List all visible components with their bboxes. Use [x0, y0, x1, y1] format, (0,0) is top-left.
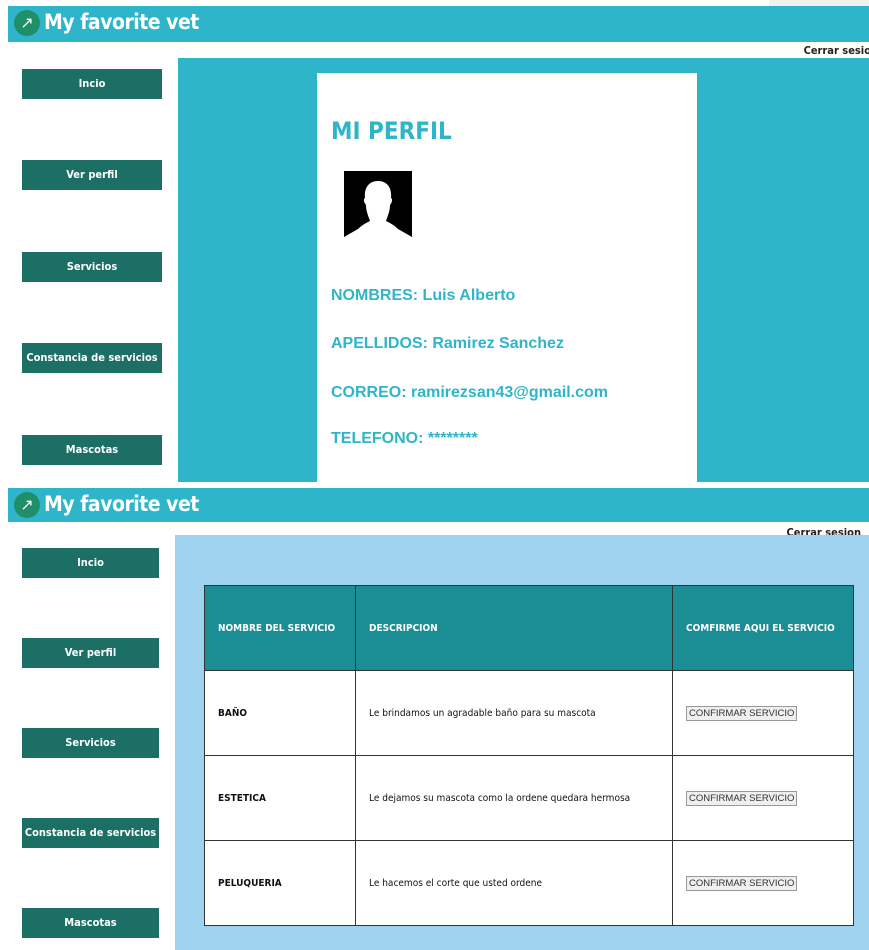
nav-ver-perfil-button[interactable]: Ver perfil: [22, 160, 162, 190]
table-row: PELUQUERIA Le hacemos el corte que usted…: [204, 840, 854, 926]
logout-link[interactable]: Cerrar sesio: [804, 44, 869, 57]
service-action-cell: CONFIRMAR SERVICIO: [672, 670, 854, 756]
nav-ver-perfil-button[interactable]: Ver perfil: [22, 638, 159, 668]
nav-mascotas-button[interactable]: Mascotas: [22, 908, 159, 938]
profile-card: MI PERFIL NOMBRES: Luis Alberto APELLIDO…: [317, 73, 697, 493]
col-header-descripcion: DESCRIPCION: [355, 585, 673, 671]
profile-correo: CORREO: ramirezsan43@gmail.com: [331, 384, 609, 401]
profile-screen: ↗ My favorite vet Cerrar sesio Incio Ver…: [0, 0, 869, 493]
service-description: Le brindamos un agradable baño para su m…: [355, 670, 673, 756]
brand-title: My favorite vet: [44, 10, 199, 34]
col-header-confirmar: COMFIRME AQUI EL SERVICIO: [672, 585, 854, 671]
col-header-nombre: NOMBRE DEL SERVICIO: [204, 585, 356, 671]
nav-inicio-button[interactable]: Incio: [22, 548, 159, 578]
table-header-row: NOMBRE DEL SERVICIO DESCRIPCION COMFIRME…: [204, 585, 854, 671]
profile-main-area: MI PERFIL NOMBRES: Luis Alberto APELLIDO…: [178, 58, 869, 493]
confirm-service-button[interactable]: CONFIRMAR SERVICIO: [686, 705, 798, 721]
confirm-service-button[interactable]: CONFIRMAR SERVICIO: [686, 875, 798, 891]
app-header: ↗ My favorite vet: [8, 6, 869, 42]
user-avatar-icon: [344, 171, 412, 237]
vet-logo-icon: ↗: [14, 10, 40, 36]
profile-nombres: NOMBRES: Luis Alberto: [331, 287, 516, 304]
services-screen: ↗ My favorite vet Cerrar sesion Incio Ve…: [0, 484, 869, 950]
table-row: ESTETICA Le dejamos su mascota como la o…: [204, 755, 854, 841]
service-name: BAÑO: [204, 670, 356, 756]
service-action-cell: CONFIRMAR SERVICIO: [672, 840, 854, 926]
services-table: NOMBRE DEL SERVICIO DESCRIPCION COMFIRME…: [204, 585, 854, 926]
service-name: PELUQUERIA: [204, 840, 356, 926]
nav-servicios-button[interactable]: Servicios: [22, 252, 162, 282]
app-header: ↗ My favorite vet: [8, 488, 869, 522]
profile-telefono: TELEFONO: ********: [331, 430, 478, 447]
nav-constancia-button[interactable]: Constancia de servicios: [22, 818, 159, 848]
nav-mascotas-button[interactable]: Mascotas: [22, 435, 162, 465]
profile-title: MI PERFIL: [331, 117, 452, 145]
service-action-cell: CONFIRMAR SERVICIO: [672, 755, 854, 841]
vet-logo-icon: ↗: [14, 492, 40, 518]
services-main-area: NOMBRE DEL SERVICIO DESCRIPCION COMFIRME…: [175, 535, 869, 950]
table-row: BAÑO Le brindamos un agradable baño para…: [204, 670, 854, 756]
service-description: Le dejamos su mascota como la ordene que…: [355, 755, 673, 841]
nav-inicio-button[interactable]: Incio: [22, 69, 162, 99]
confirm-service-button[interactable]: CONFIRMAR SERVICIO: [686, 790, 798, 806]
service-description: Le hacemos el corte que usted ordene: [355, 840, 673, 926]
profile-apellidos: APELLIDOS: Ramirez Sanchez: [331, 335, 564, 352]
nav-constancia-button[interactable]: Constancia de servicios: [22, 343, 162, 373]
service-name: ESTETICA: [204, 755, 356, 841]
brand-title: My favorite vet: [44, 492, 199, 516]
nav-servicios-button[interactable]: Servicios: [22, 728, 159, 758]
